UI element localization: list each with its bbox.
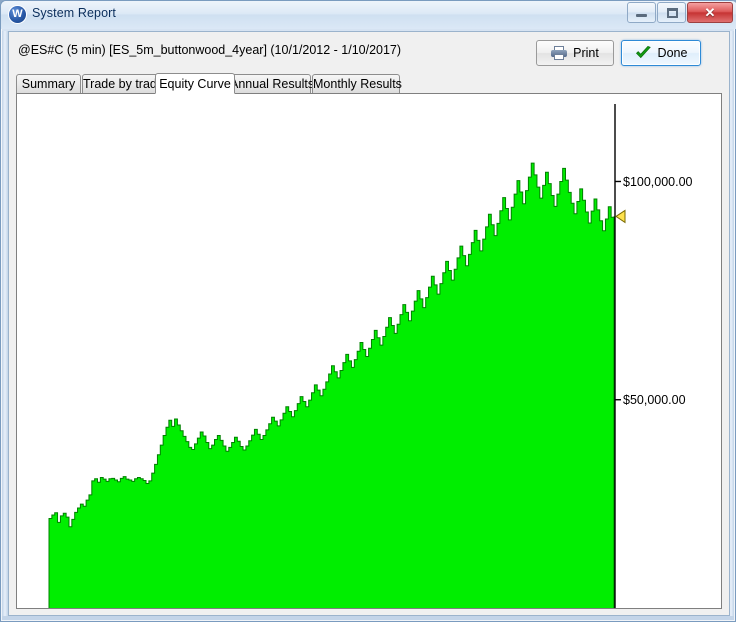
close-icon: ✕ <box>704 5 716 20</box>
equity-curve-chart: $50,000.00$100,000.00N2013FMAMJJASON2014… <box>48 104 693 608</box>
window-controls: ✕ <box>626 2 733 24</box>
equity-curve-panel: $50,000.00$100,000.00N2013FMAMJJASON2014… <box>16 93 722 609</box>
print-button-label: Print <box>573 46 599 60</box>
window-title: System Report <box>32 6 116 20</box>
app-logo-icon: W <box>9 6 26 23</box>
tab-monthly-results[interactable]: Monthly Results <box>312 74 402 94</box>
y-tick-label: $100,000.00 <box>623 175 693 189</box>
tab-strip: Summary Trade by trade Equity Curve Annual … <box>16 73 722 94</box>
chart-plot-area: $50,000.00$100,000.00N2013FMAMJJASON2014… <box>48 104 693 608</box>
app-root: W System Report ✕ @ES#C (5 min) [ES_5m_b… <box>0 0 736 622</box>
y-tick-label: $50,000.00 <box>623 393 686 407</box>
system-report-window: W System Report ✕ @ES#C (5 min) [ES_5m_b… <box>0 0 736 622</box>
tab-equity-curve[interactable]: Equity Curve <box>155 73 235 94</box>
final-value-marker <box>615 209 626 224</box>
close-button[interactable]: ✕ <box>687 2 733 23</box>
done-button-label: Done <box>657 46 688 60</box>
tab-annual-results[interactable]: Annual Results <box>229 74 314 94</box>
client-area: @ES#C (5 min) [ES_5m_buttonwood_4year] (… <box>8 31 730 616</box>
minimize-icon <box>636 14 647 17</box>
printer-icon <box>551 46 568 60</box>
restore-button[interactable] <box>657 2 686 23</box>
checkmark-icon <box>635 45 651 58</box>
equity-area <box>48 162 615 608</box>
report-header-text: @ES#C (5 min) [ES_5m_buttonwood_4year] (… <box>18 43 402 57</box>
tab-summary[interactable]: Summary <box>16 74 81 94</box>
print-button[interactable]: Print <box>536 40 614 66</box>
minimize-button[interactable] <box>627 2 656 23</box>
tab-trade-by-trade[interactable]: Trade by trade <box>82 74 164 94</box>
restore-icon <box>667 8 678 18</box>
title-bar[interactable]: W System Report ✕ <box>1 1 736 29</box>
done-button[interactable]: Done <box>621 40 701 66</box>
